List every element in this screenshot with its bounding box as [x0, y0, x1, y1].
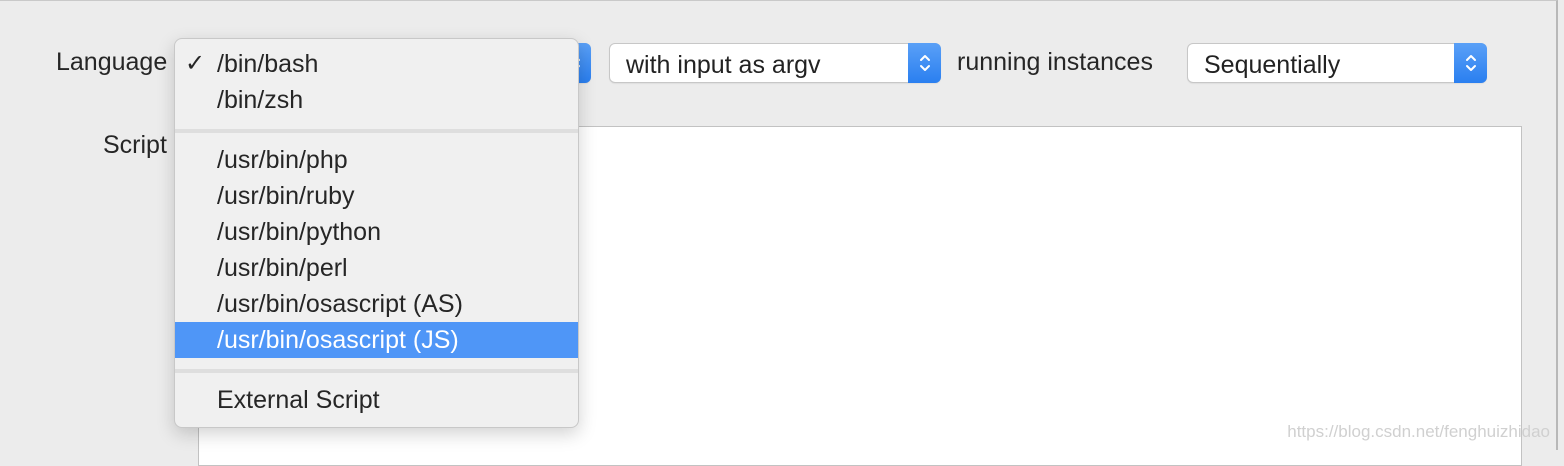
menu-separator — [175, 369, 578, 373]
input-mode-stepper[interactable] — [908, 43, 941, 83]
menu-item-label: /bin/bash — [217, 50, 319, 78]
menu-item-label: /usr/bin/ruby — [217, 182, 355, 210]
menu-item-osascript-js[interactable]: /usr/bin/osascript (JS) — [175, 322, 578, 358]
menu-item-label: /usr/bin/perl — [217, 254, 348, 282]
menu-item-python[interactable]: /usr/bin/python — [175, 214, 578, 250]
menu-item-external-script[interactable]: External Script — [175, 382, 578, 418]
menu-item-ruby[interactable]: /usr/bin/ruby — [175, 178, 578, 214]
menu-item-perl[interactable]: /usr/bin/perl — [175, 250, 578, 286]
window: Language with input as argv running inst… — [0, 0, 1558, 466]
menu-item-zsh[interactable]: /bin/zsh — [175, 82, 578, 118]
running-instances-popup[interactable]: Sequentially — [1187, 43, 1487, 83]
checkmark-icon: ✓ — [185, 50, 206, 77]
menu-item-label: /usr/bin/osascript (AS) — [217, 290, 463, 318]
menu-separator — [175, 129, 578, 133]
menu-item-label: /usr/bin/python — [217, 218, 381, 246]
input-mode-value: with input as argv — [626, 51, 821, 79]
menu-item-label: External Script — [217, 386, 380, 414]
language-label: Language — [56, 48, 168, 76]
up-down-chevron-icon — [1464, 52, 1478, 74]
running-instances-value: Sequentially — [1204, 51, 1341, 79]
menu-item-label: /usr/bin/osascript (JS) — [217, 326, 459, 354]
watermark: https://blog.csdn.net/fenghuizhidao — [1287, 422, 1550, 441]
running-instances-label: running instances — [957, 48, 1153, 76]
input-mode-popup[interactable]: with input as argv — [609, 43, 941, 83]
menu-item-php[interactable]: /usr/bin/php — [175, 142, 578, 178]
menu-item-osascript-as[interactable]: /usr/bin/osascript (AS) — [175, 286, 578, 322]
menu-item-label: /bin/zsh — [217, 86, 304, 114]
menu-item-bash[interactable]: ✓ /bin/bash — [175, 46, 578, 82]
language-menu: ✓ /bin/bash /bin/zsh /usr/bin/php /usr/b… — [174, 38, 579, 428]
menu-item-label: /usr/bin/php — [217, 146, 348, 174]
running-instances-stepper[interactable] — [1454, 43, 1487, 83]
script-label: Script — [103, 131, 167, 159]
up-down-chevron-icon — [918, 52, 932, 74]
